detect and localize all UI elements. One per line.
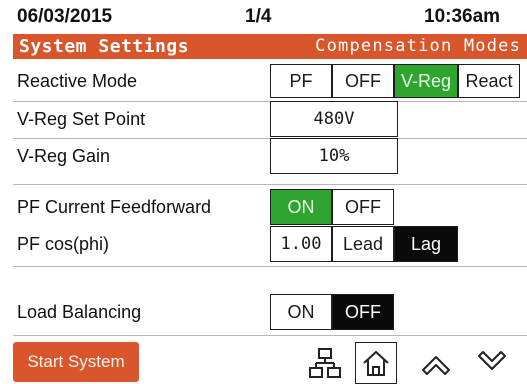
pf-cos-phi-lead-button[interactable]: Lead <box>332 226 394 262</box>
start-system-button[interactable]: Start System <box>13 342 139 382</box>
pf-feedforward-off-button[interactable]: OFF <box>332 189 394 225</box>
vreg-set-point-label: V-Reg Set Point <box>17 109 146 129</box>
vreg-set-point-field[interactable]: 480V <box>270 101 398 137</box>
reactive-mode-vreg-button[interactable]: V-Reg <box>394 64 458 98</box>
load-balancing-label: Load Balancing <box>17 302 142 322</box>
load-balancing-on-button[interactable]: ON <box>270 294 332 330</box>
reactive-mode-off-button[interactable]: OFF <box>332 64 394 98</box>
reactive-mode-react-button[interactable]: React <box>458 64 520 98</box>
pf-feedforward-label: PF Current Feedforward <box>17 197 212 217</box>
pf-feedforward-on-button[interactable]: ON <box>270 189 332 225</box>
page-subtitle: Compensation Modes <box>315 36 521 56</box>
pf-cos-phi-lag-button[interactable]: Lag <box>394 226 458 262</box>
divider <box>13 184 527 185</box>
reactive-mode-pf-button[interactable]: PF <box>270 64 332 98</box>
pf-cos-phi-label: PF cos(phi) <box>17 234 110 254</box>
time-display: 10:36am <box>424 6 501 27</box>
vreg-gain-label: V-Reg Gain <box>17 146 111 166</box>
vreg-gain-field[interactable]: 10% <box>270 138 398 174</box>
pf-cos-phi-field[interactable]: 1.00 <box>270 226 332 262</box>
home-icon[interactable] <box>355 342 397 384</box>
page-indicator: 1/4 <box>245 6 272 27</box>
chevron-down-icon[interactable] <box>474 346 510 380</box>
date-display: 06/03/2015 <box>17 6 113 27</box>
load-balancing-off-button[interactable]: OFF <box>332 294 394 330</box>
network-icon[interactable] <box>306 344 344 382</box>
page-title: System Settings <box>19 36 190 57</box>
chevron-up-icon[interactable] <box>418 346 454 380</box>
divider <box>13 335 527 336</box>
title-bar: System Settings Compensation Modes <box>13 34 527 59</box>
reactive-mode-label: Reactive Mode <box>17 71 138 91</box>
divider <box>13 266 527 267</box>
